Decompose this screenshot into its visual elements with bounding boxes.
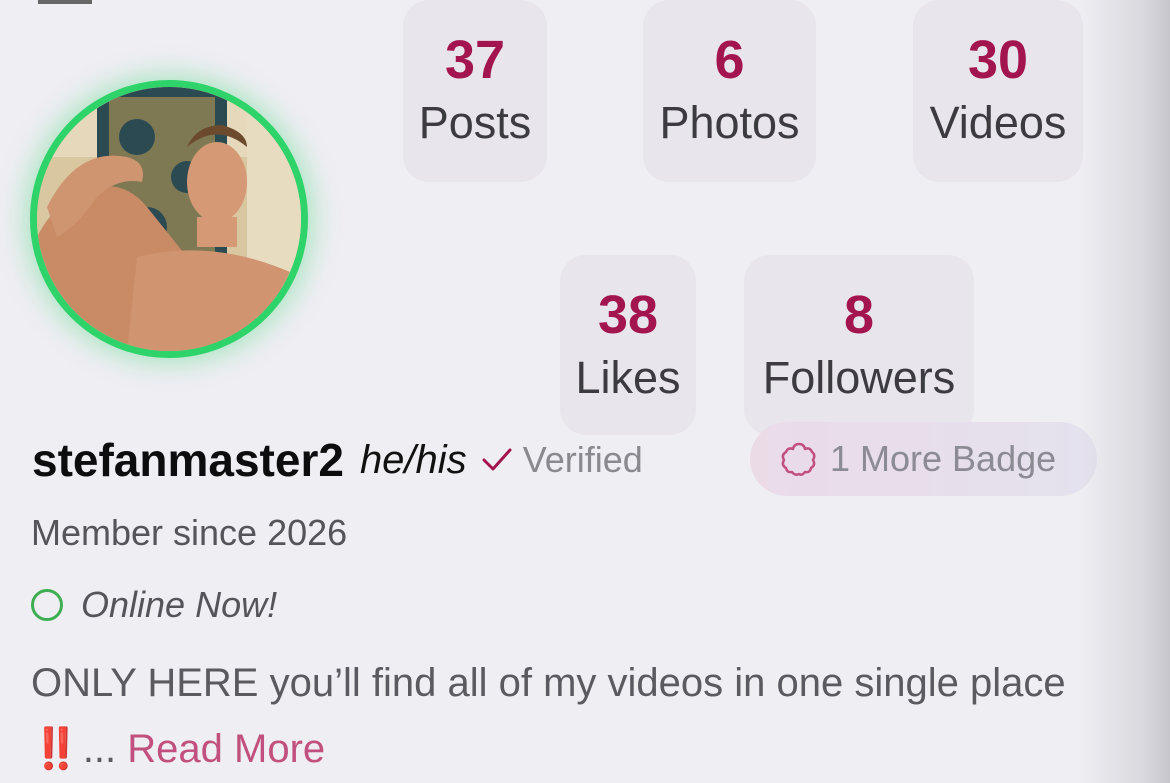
username: stefanmaster2 bbox=[32, 434, 344, 486]
online-status-label: Online Now! bbox=[81, 584, 278, 625]
checkmark-icon bbox=[482, 448, 512, 471]
more-badges-button[interactable]: 1 More Badge bbox=[750, 422, 1097, 496]
pronouns: he/his bbox=[359, 437, 467, 482]
read-more-link[interactable]: Read More bbox=[127, 727, 325, 771]
stat-label: Posts bbox=[418, 97, 532, 148]
stat-label: Videos bbox=[929, 97, 1067, 148]
stat-photos[interactable]: 6 Photos bbox=[643, 0, 816, 182]
double-exclamation-icon: ‼️ bbox=[31, 727, 81, 771]
bio-ellipsis: ... bbox=[82, 727, 117, 771]
bio-text: ONLY HERE you’ll find all of my videos i… bbox=[31, 661, 1066, 705]
stat-value: 30 bbox=[967, 30, 1029, 90]
stat-value: 6 bbox=[714, 30, 745, 90]
stat-videos[interactable]: 30 Videos bbox=[913, 0, 1083, 182]
stat-label: Followers bbox=[762, 352, 956, 403]
stat-value: 38 bbox=[597, 285, 659, 345]
avatar-photo bbox=[37, 87, 301, 351]
stat-label: Photos bbox=[659, 97, 800, 148]
verified-indicator: Verified bbox=[481, 439, 643, 481]
verified-label: Verified bbox=[522, 439, 643, 480]
badge-label: 1 More Badge bbox=[830, 438, 1057, 479]
profile-avatar[interactable] bbox=[30, 80, 308, 358]
stat-value: 8 bbox=[843, 285, 875, 345]
badge-flower-icon bbox=[781, 442, 816, 476]
online-status: Online Now! bbox=[31, 584, 277, 626]
stat-posts[interactable]: 37 Posts bbox=[403, 0, 547, 182]
stat-likes[interactable]: 38 Likes bbox=[560, 255, 696, 435]
top-bar-fragment bbox=[38, 0, 92, 4]
stat-label: Likes bbox=[575, 352, 681, 403]
member-since: Member since 2026 bbox=[31, 512, 348, 553]
online-status-icon bbox=[31, 589, 63, 621]
stat-value: 37 bbox=[444, 30, 506, 90]
profile-name-row: stefanmaster2 he/his Verified bbox=[32, 428, 643, 492]
profile-bio: ONLY HERE you’ll find all of my videos i… bbox=[31, 650, 1111, 782]
stat-followers[interactable]: 8 Followers bbox=[744, 255, 974, 435]
